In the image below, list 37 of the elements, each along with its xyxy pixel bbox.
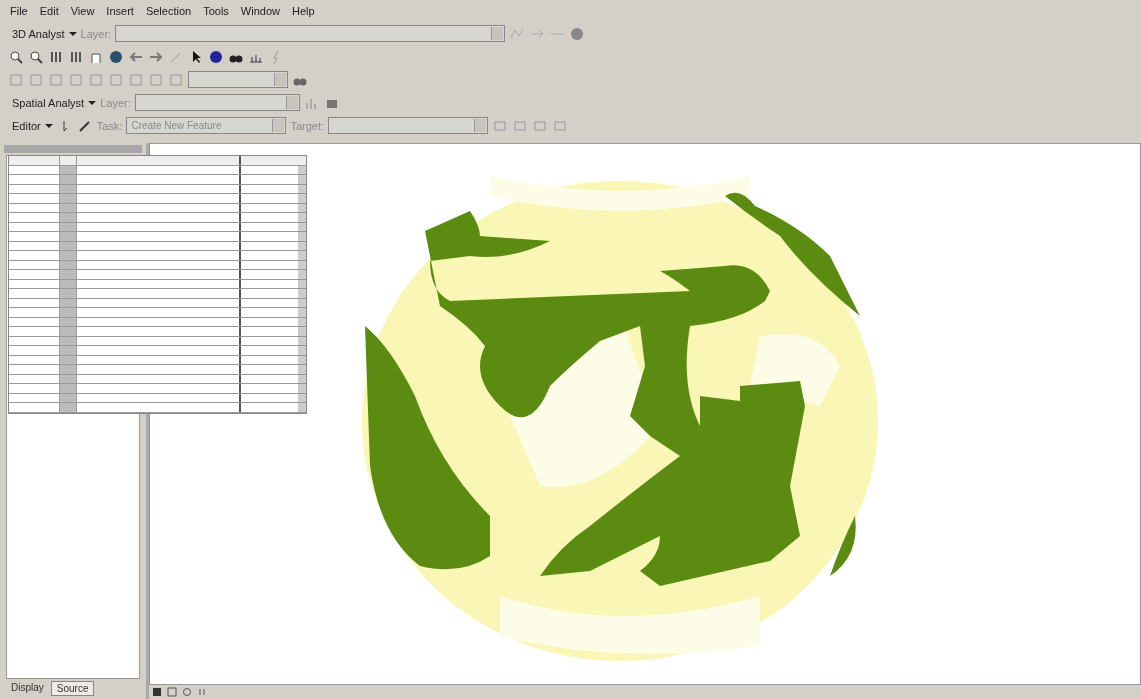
target-label: Target:: [290, 119, 325, 132]
layout-tool-icon[interactable]: [128, 71, 144, 88]
globe-icon[interactable]: [569, 25, 586, 42]
zoom-in-icon[interactable]: [8, 48, 24, 65]
zoom-dropdown[interactable]: [188, 71, 288, 88]
menu-item[interactable]: File: [10, 5, 28, 17]
menu-item[interactable]: Help: [291, 5, 315, 17]
menu-item[interactable]: Tools: [203, 5, 229, 17]
layout-tool-icon[interactable]: [68, 71, 84, 88]
layout-tool-icon[interactable]: [28, 71, 44, 88]
panel-tab[interactable]: Source: [50, 681, 95, 696]
menu-item[interactable]: Window: [240, 5, 280, 17]
refresh-icon[interactable]: [181, 686, 193, 698]
zoom-out-icon[interactable]: [28, 48, 44, 65]
pause-icon[interactable]: [196, 686, 208, 698]
layer-label: Layer:: [100, 96, 131, 109]
layout-tool-icon[interactable]: [8, 71, 24, 88]
menu-item[interactable]: Edit: [39, 5, 59, 17]
target-dropdown[interactable]: [328, 117, 489, 134]
layer-label: Layer:: [80, 27, 112, 40]
caret-icon[interactable]: [44, 122, 53, 129]
data-view-icon[interactable]: [151, 686, 163, 698]
info-icon[interactable]: [208, 48, 224, 65]
caret-icon[interactable]: [68, 30, 77, 37]
layout-tool-icon[interactable]: [48, 71, 64, 88]
layout-tool-icon[interactable]: [88, 71, 104, 88]
layout-tool-icon[interactable]: [148, 71, 164, 88]
task-label: Task:: [96, 119, 123, 132]
layer-dropdown[interactable]: [115, 25, 506, 42]
layout-tool-icon[interactable]: [108, 71, 124, 88]
layout-tool-icon[interactable]: [168, 71, 184, 88]
menu-item[interactable]: Selection: [145, 5, 192, 17]
caret-icon[interactable]: [88, 99, 97, 106]
layer-dropdown[interactable]: [134, 94, 300, 111]
panel-tab[interactable]: Display: [6, 681, 49, 696]
menu-item[interactable]: View: [70, 5, 95, 17]
menu-item[interactable]: Insert: [106, 5, 134, 17]
